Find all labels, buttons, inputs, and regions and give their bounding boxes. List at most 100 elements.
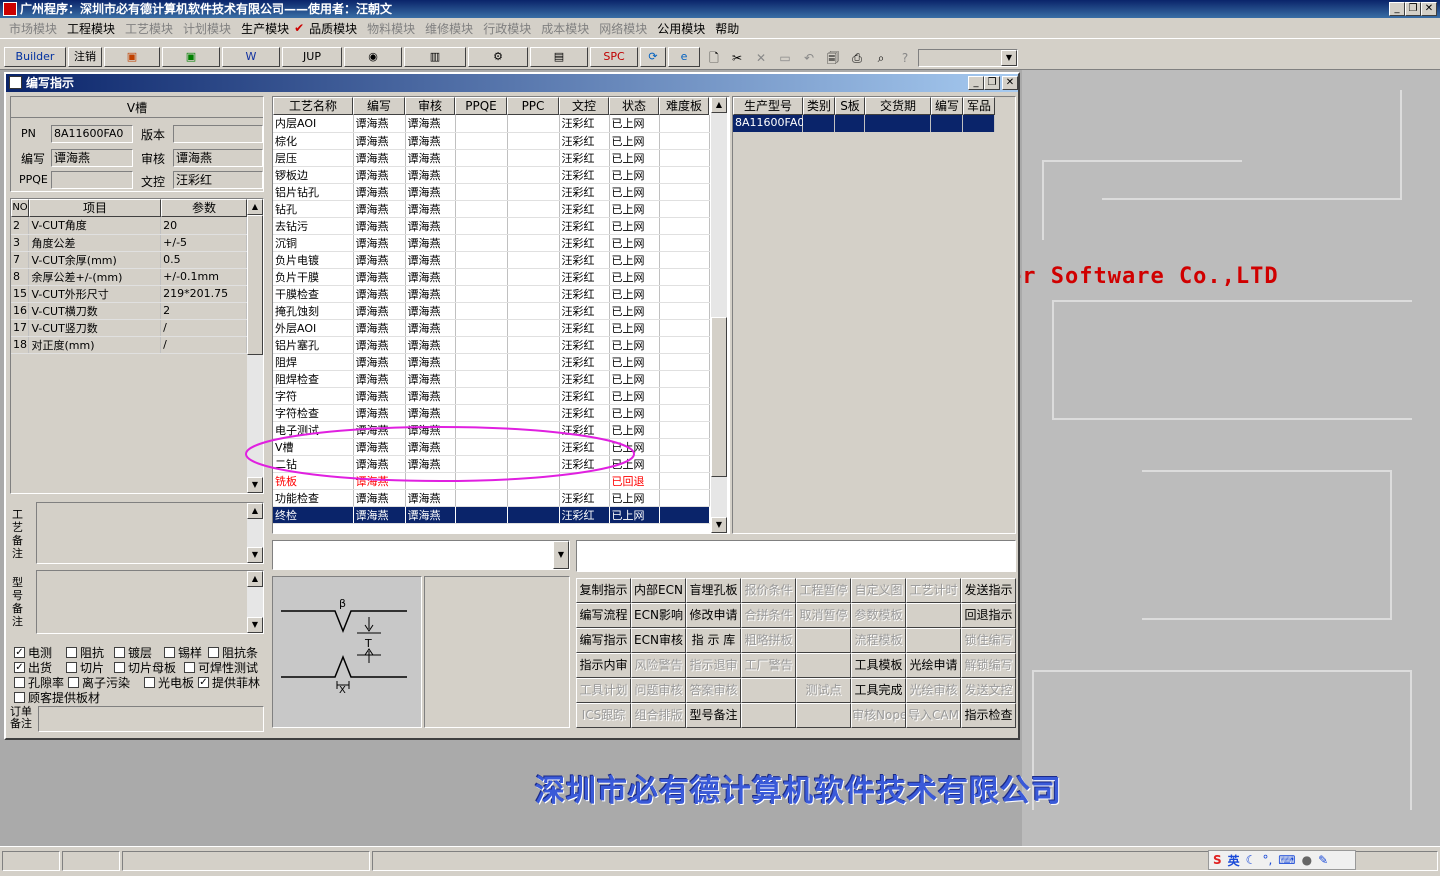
action-button[interactable]: 审核Nope <box>851 703 906 728</box>
model-mil[interactable] <box>963 115 995 132</box>
action-button[interactable]: 复制指示 <box>576 578 631 603</box>
menu-item[interactable]: 生产模块 <box>236 20 294 37</box>
delete-icon[interactable]: ✕ <box>752 49 770 67</box>
action-button[interactable] <box>796 703 851 728</box>
sogou-icon[interactable]: S <box>1213 853 1222 867</box>
checkbox-box[interactable] <box>14 692 25 703</box>
child-minimize-button[interactable]: _ <box>968 76 984 90</box>
action-button[interactable]: 指示退审 <box>686 653 741 678</box>
action-button[interactable] <box>741 678 796 703</box>
menu-item[interactable]: 物料模块 <box>362 20 420 37</box>
review-field[interactable]: 谭海燕 <box>173 149 263 167</box>
scroll-down-icon[interactable]: ▼ <box>711 517 727 533</box>
author-field[interactable]: 谭海燕 <box>51 149 133 167</box>
action-button[interactable]: 指示检查 <box>961 703 1016 728</box>
wrench-icon[interactable]: ✎ <box>1318 853 1328 867</box>
find-icon[interactable]: ⌕ <box>872 49 890 67</box>
action-button[interactable] <box>741 703 796 728</box>
database-icon[interactable]: ▥ <box>404 47 466 67</box>
table-row[interactable]: 负片电镀 谭海燕 谭海燕 汪彩红 已上网 <box>273 251 710 269</box>
action-button[interactable]: 指 示 库 <box>686 628 741 653</box>
action-button[interactable] <box>906 603 961 628</box>
param-header-no[interactable]: NO <box>11 199 29 217</box>
process-scrollbar[interactable]: ▲ ▼ <box>711 97 727 533</box>
action-button[interactable]: 发送指示 <box>961 578 1016 603</box>
undo-icon[interactable]: ↶ <box>800 49 818 67</box>
action-button[interactable]: 光绘审核 <box>906 678 961 703</box>
checkbox-box[interactable]: ✓ <box>14 647 25 658</box>
table-row[interactable]: 内层AOI 谭海燕 谭海燕 汪彩红 已上网 <box>273 115 710 133</box>
checkbox-box[interactable] <box>68 677 79 688</box>
action-button[interactable]: 问题审核 <box>631 678 686 703</box>
menu-item[interactable]: 维修模块 <box>420 20 478 37</box>
action-button[interactable] <box>796 653 851 678</box>
process-header[interactable]: 状态 <box>609 97 659 115</box>
menu-item[interactable]: 帮助 <box>710 20 744 37</box>
print-icon[interactable]: ⎙ <box>848 49 866 67</box>
model-header[interactable]: 类别 <box>803 97 835 115</box>
table-row[interactable]: 17 V-CUT竖刀数 / <box>11 319 247 337</box>
scroll-up-icon[interactable]: ▲ <box>247 571 263 587</box>
model-header[interactable]: 生产型号 <box>733 97 803 115</box>
checkbox-box[interactable]: ✓ <box>198 677 209 688</box>
preview-icon[interactable]: 🗐 <box>824 49 842 67</box>
right-text-field[interactable] <box>576 540 1016 572</box>
action-button[interactable]: 工具完成 <box>851 678 906 703</box>
menu-item[interactable]: 市场模块 <box>4 20 62 37</box>
table-row[interactable]: 功能检查 谭海燕 谭海燕 汪彩红 已上网 <box>273 489 710 507</box>
scroll-up-icon[interactable]: ▲ <box>247 503 263 519</box>
table-row[interactable]: 终检 谭海燕 谭海燕 汪彩红 已上网 <box>273 506 710 524</box>
process-header[interactable]: 审核 <box>405 97 455 115</box>
action-button[interactable]: 盲埋孔板 <box>686 578 741 603</box>
table-row[interactable]: 钻孔 谭海燕 谭海燕 汪彩红 已上网 <box>273 200 710 218</box>
action-button[interactable]: 答案审核 <box>686 678 741 703</box>
table-row[interactable]: 负片干膜 谭海燕 谭海燕 汪彩红 已上网 <box>273 268 710 286</box>
powerpoint-icon[interactable]: ▣ <box>104 47 160 67</box>
table-row[interactable]: 层压 谭海燕 谭海燕 汪彩红 已上网 <box>273 149 710 167</box>
table-row[interactable]: 铝片钻孔 谭海燕 谭海燕 汪彩红 已上网 <box>273 183 710 201</box>
user-icon[interactable]: ● <box>1302 853 1312 867</box>
help-icon[interactable]: ? <box>896 49 914 67</box>
child-close-button[interactable]: ✕ <box>1002 76 1018 90</box>
process-header[interactable]: 文控 <box>559 97 609 115</box>
ime-toolbar[interactable]: S 英 ☾ °, ⌨ ● ✎ <box>1208 850 1356 870</box>
table-row[interactable]: 阻焊检查 谭海燕 谭海燕 汪彩红 已上网 <box>273 370 710 388</box>
table-row[interactable]: 8 余厚公差+/-(mm) +/-0.1mm <box>11 268 247 286</box>
action-button[interactable]: 编写流程 <box>576 603 631 628</box>
punct-icon[interactable]: °, <box>1262 853 1272 867</box>
action-button[interactable]: 工艺计时 <box>906 578 961 603</box>
action-button[interactable]: 参数模板 <box>851 603 906 628</box>
computer-icon[interactable]: ▤ <box>530 47 588 67</box>
table-row[interactable]: 16 V-CUT横刀数 2 <box>11 302 247 320</box>
network-icon[interactable]: ⚙ <box>468 47 528 67</box>
scroll-up-icon[interactable]: ▲ <box>247 199 263 215</box>
close-button[interactable]: ✕ <box>1421 2 1437 16</box>
action-button[interactable]: 取消暂停 <box>796 603 851 628</box>
table-row[interactable]: 3 角度公差 +/-5 <box>11 234 247 252</box>
table-row[interactable]: 字符检查 谭海燕 谭海燕 汪彩红 已上网 <box>273 404 710 422</box>
action-button[interactable]: ICS跟踪 <box>576 703 631 728</box>
keyboard-icon[interactable]: ⌨ <box>1278 853 1295 867</box>
builder-button[interactable]: Builder <box>4 47 66 67</box>
excel-icon[interactable]: ▣ <box>162 47 220 67</box>
action-button[interactable]: 工具计划 <box>576 678 631 703</box>
restore-button[interactable]: ❐ <box>1405 2 1421 16</box>
checkbox-box[interactable] <box>14 677 25 688</box>
model-model[interactable]: 8A11600FA0 <box>733 115 804 132</box>
menu-item[interactable]: 工艺模块 <box>120 20 178 37</box>
jup-button[interactable]: JUP <box>282 47 342 67</box>
param-header-item[interactable]: 项目 <box>29 199 161 217</box>
action-button[interactable]: 工程暂停 <box>796 578 851 603</box>
action-button[interactable]: 风险警告 <box>631 653 686 678</box>
new-file-icon[interactable]: 🗋 <box>705 49 723 67</box>
action-button[interactable]: 指示内审 <box>576 653 631 678</box>
action-button[interactable]: 流程模板 <box>851 628 906 653</box>
model-author[interactable] <box>931 115 963 132</box>
refresh-icon[interactable]: ⟳ <box>640 47 666 67</box>
table-row[interactable]: 沉铜 谭海燕 谭海燕 汪彩红 已上网 <box>273 234 710 252</box>
table-row[interactable]: 15 V-CUT外形尺寸 219*201.75 <box>11 285 247 303</box>
action-button[interactable]: 粗略拼板 <box>741 628 796 653</box>
option-checkbox[interactable]: ✓ 提供菲林 <box>198 674 260 691</box>
table-row[interactable]: 干膜检查 谭海燕 谭海燕 汪彩红 已上网 <box>273 285 710 303</box>
table-row[interactable]: 18 对正度(mm) / <box>11 336 247 354</box>
